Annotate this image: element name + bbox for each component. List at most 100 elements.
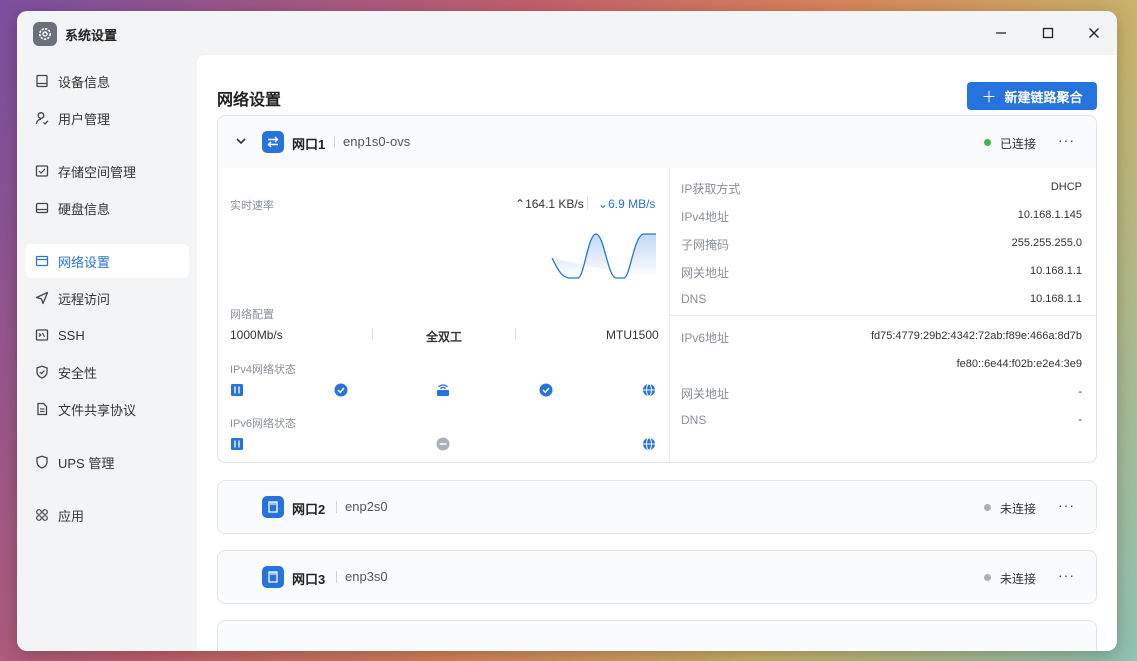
divider [587,196,588,210]
globe-icon [643,437,655,451]
status-badge: 未连接 [1000,572,1037,586]
more-options-button[interactable]: ··· [1058,497,1075,513]
minus-circle-icon [436,437,450,451]
link-speed: 1000Mb/s [230,328,283,342]
window-title: 系统设置 [65,28,118,43]
port-card-header[interactable]: 网口1 enp1s0-ovs 已连接 ··· [218,116,1096,168]
port-card-1: 网口1 enp1s0-ovs 已连接 ··· 实时速率 ⌃164.1 KB/s … [217,115,1097,463]
send-icon [35,291,49,305]
port-device: enp3s0 [345,569,388,584]
sidebar-item-ssh[interactable]: SSH [25,318,189,352]
user-icon [35,111,49,125]
mtu-value: MTU1500 [606,328,659,342]
sidebar-item-network[interactable]: 网络设置 [25,244,189,278]
minimize-button[interactable] [991,23,1011,43]
sidebar-item-label: 安全性 [58,365,98,381]
port-name: 网口1 [292,137,326,152]
status-badge: 已连接 [1000,137,1037,151]
gateway-label: 网关地址 [681,266,730,280]
download-arrow-icon: ⌄ [598,197,609,211]
settings-gear-icon [33,22,57,46]
port-details: 实时速率 ⌃164.1 KB/s ⌄6.9 MB/s 网络配置 1000Mb/s… [218,168,1096,462]
ipv6-gateway-value: - [1078,386,1082,398]
sidebar-item-disk[interactable]: 硬盘信息 [25,191,189,225]
dns-label: DNS [681,292,707,306]
disk-icon [35,201,49,215]
device-icon [35,74,49,88]
port-card-3[interactable]: 网口3 enp3s0 未连接 ··· [217,550,1097,604]
sidebar-item-remote-access[interactable]: 远程访问 [25,281,189,315]
nas-device-icon [231,438,243,450]
port-device: enp1s0-ovs [343,134,411,149]
new-link-aggregation-button[interactable]: ＋ 新建链路聚合 [967,82,1097,110]
minimize-icon [996,32,1006,34]
check-circle-icon [539,383,553,397]
traffic-chart [551,233,656,279]
port-name: 网口2 [292,502,326,517]
sidebar-item-apps[interactable]: 应用 [25,498,189,532]
subnet-mask-value: 255.255.255.0 [1011,237,1082,249]
upload-rate: ⌃164.1 KB/s [515,197,584,211]
more-options-button[interactable]: ··· [1058,567,1075,583]
divider [336,501,337,513]
ipv6-link-local-value: fe80::6e44:f02b:e2e4:3e9 [956,358,1082,370]
ipv6-state-label: IPv6网络状态 [230,418,297,430]
sidebar-item-label: SSH [58,327,85,343]
dns-value: 10.168.1.1 [1030,293,1082,305]
sidebar-item-label: 用户管理 [58,111,111,127]
sidebar-item-label: 存储空间管理 [58,164,137,180]
ipv4-state-label: IPv4网络状态 [230,364,297,376]
divider [372,328,373,340]
router-icon [437,384,449,396]
maximize-button[interactable] [1038,23,1058,43]
ups-shield-icon [35,455,49,469]
network-icon [35,254,49,268]
divider [669,315,1096,316]
sidebar-item-users[interactable]: 用户管理 [25,101,189,135]
apps-icon [35,508,49,522]
plus-icon: ＋ [981,88,997,106]
sidebar-item-label: 硬盘信息 [58,201,111,217]
maximize-icon [1042,27,1054,39]
network-config-label: 网络配置 [230,309,274,321]
check-circle-icon [334,383,348,397]
globe-icon [643,383,655,397]
main-panel: 网络设置 ＋ 新建链路聚合 网口1 enp1s0-ovs 已连接 ··· 实时速 [197,55,1117,651]
ipv4-address-label: IPv4地址 [681,210,730,224]
ethernet-port-icon [262,496,284,518]
realtime-speed-label: 实时速率 [230,200,274,212]
close-button[interactable] [1084,23,1104,43]
sidebar-item-file-sharing[interactable]: 文件共享协议 [25,392,189,426]
sidebar-item-security[interactable]: 安全性 [25,355,189,389]
divider [336,571,337,583]
sidebar: 设备信息 用户管理 存储空间管理 硬盘信息 网络设置 远程访问 SSH 安全性 [17,55,197,651]
ip-method-value: DHCP [1050,181,1082,193]
ipv4-state-track [231,383,655,397]
close-icon [1089,28,1099,38]
ip-method-label: IP获取方式 [681,182,741,196]
page-title: 网络设置 [217,92,282,109]
ipv6-state-track [231,437,655,451]
port-swap-icon [262,131,284,153]
terminal-icon [35,328,49,342]
sidebar-item-label: 应用 [58,508,85,524]
ethernet-port-icon [262,566,284,588]
status-dot [984,504,991,511]
divider [334,136,335,148]
download-rate: ⌄6.9 MB/s [598,197,656,211]
sidebar-item-label: 网络设置 [58,254,111,270]
gateway-value: 10.168.1.1 [1030,265,1082,277]
port-name: 网口3 [292,572,326,587]
sidebar-item-ups[interactable]: UPS 管理 [25,445,189,479]
sidebar-item-label: UPS 管理 [58,455,115,471]
ipv6-address-value: fd75:4779:29b2:4342:72ab:f89e:466a:8d7b [870,330,1082,342]
more-options-button[interactable]: ··· [1058,132,1075,148]
ipv6-address-label: IPv6地址 [681,331,730,345]
port-card-4[interactable] [217,620,1097,651]
port-card-2[interactable]: 网口2 enp2s0 未连接 ··· [217,480,1097,534]
file-icon [35,402,49,416]
chevron-down-icon[interactable] [234,134,248,148]
sidebar-item-storage[interactable]: 存储空间管理 [25,154,189,188]
status-badge: 未连接 [1000,502,1037,516]
sidebar-item-device-info[interactable]: 设备信息 [25,64,189,98]
